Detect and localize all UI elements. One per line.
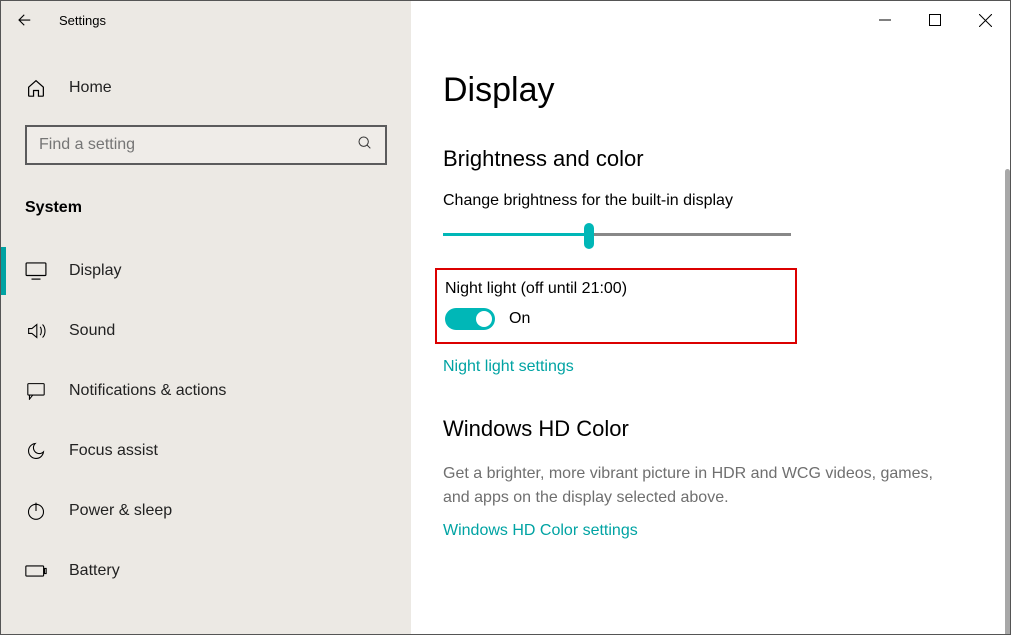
section-brightness-header: Brightness and color	[443, 146, 982, 172]
window-title: Settings	[49, 13, 106, 28]
slider-fill	[443, 233, 589, 236]
sidebar-item-focus-assist[interactable]: Focus assist	[1, 421, 411, 481]
close-icon	[979, 14, 992, 27]
focus-icon	[25, 441, 47, 461]
search-input-container[interactable]	[25, 125, 387, 165]
sidebar-item-label: Battery	[69, 562, 120, 580]
sidebar-item-notifications[interactable]: Notifications & actions	[1, 361, 411, 421]
sidebar-item-label: Display	[69, 262, 121, 280]
toggle-knob	[476, 311, 492, 327]
titlebar-left: Settings	[1, 1, 411, 39]
maximize-icon	[929, 14, 941, 26]
night-light-label: Night light (off until 21:00)	[445, 280, 781, 298]
minimize-button[interactable]	[860, 1, 910, 39]
sidebar-item-label: Focus assist	[69, 442, 158, 460]
hdcolor-settings-link[interactable]: Windows HD Color settings	[443, 522, 638, 540]
back-arrow-icon	[16, 11, 34, 29]
home-icon	[25, 79, 47, 97]
close-button[interactable]	[960, 1, 1010, 39]
sidebar: Home System Display Sound Notifica	[1, 39, 411, 634]
home-button[interactable]: Home	[1, 69, 411, 107]
minimize-icon	[879, 14, 891, 26]
notifications-icon	[25, 382, 47, 400]
display-icon	[25, 262, 47, 280]
sidebar-item-label: Sound	[69, 322, 115, 340]
night-light-state: On	[509, 310, 530, 328]
sound-icon	[25, 322, 47, 340]
sidebar-item-power-sleep[interactable]: Power & sleep	[1, 481, 411, 541]
sidebar-category: System	[1, 189, 411, 241]
search-icon	[357, 135, 373, 156]
night-light-settings-link[interactable]: Night light settings	[443, 358, 574, 376]
brightness-slider[interactable]	[443, 220, 791, 250]
night-light-toggle-row: On	[445, 308, 781, 330]
titlebar: Settings	[1, 1, 1010, 39]
sidebar-item-battery[interactable]: Battery	[1, 541, 411, 601]
home-label: Home	[69, 79, 112, 97]
main-area: Home System Display Sound Notifica	[1, 39, 1010, 634]
battery-icon	[25, 564, 47, 578]
section-hdcolor-header: Windows HD Color	[443, 416, 982, 442]
page-title: Display	[443, 71, 982, 110]
maximize-button[interactable]	[910, 1, 960, 39]
night-light-highlight: Night light (off until 21:00) On	[435, 268, 797, 344]
back-button[interactable]	[1, 1, 49, 39]
slider-thumb[interactable]	[584, 223, 594, 249]
sidebar-item-sound[interactable]: Sound	[1, 301, 411, 361]
night-light-toggle[interactable]	[445, 308, 495, 330]
hdcolor-description: Get a brighter, more vibrant picture in …	[443, 462, 943, 510]
search-input[interactable]	[39, 136, 357, 154]
content-area: Display Brightness and color Change brig…	[411, 39, 1010, 634]
brightness-slider-label: Change brightness for the built-in displ…	[443, 192, 982, 210]
sidebar-item-label: Notifications & actions	[69, 382, 226, 400]
sidebar-item-label: Power & sleep	[69, 502, 172, 520]
power-icon	[25, 501, 47, 521]
sidebar-item-display[interactable]: Display	[1, 241, 411, 301]
titlebar-spacer	[411, 1, 860, 39]
content-scrollbar[interactable]	[1005, 169, 1010, 634]
